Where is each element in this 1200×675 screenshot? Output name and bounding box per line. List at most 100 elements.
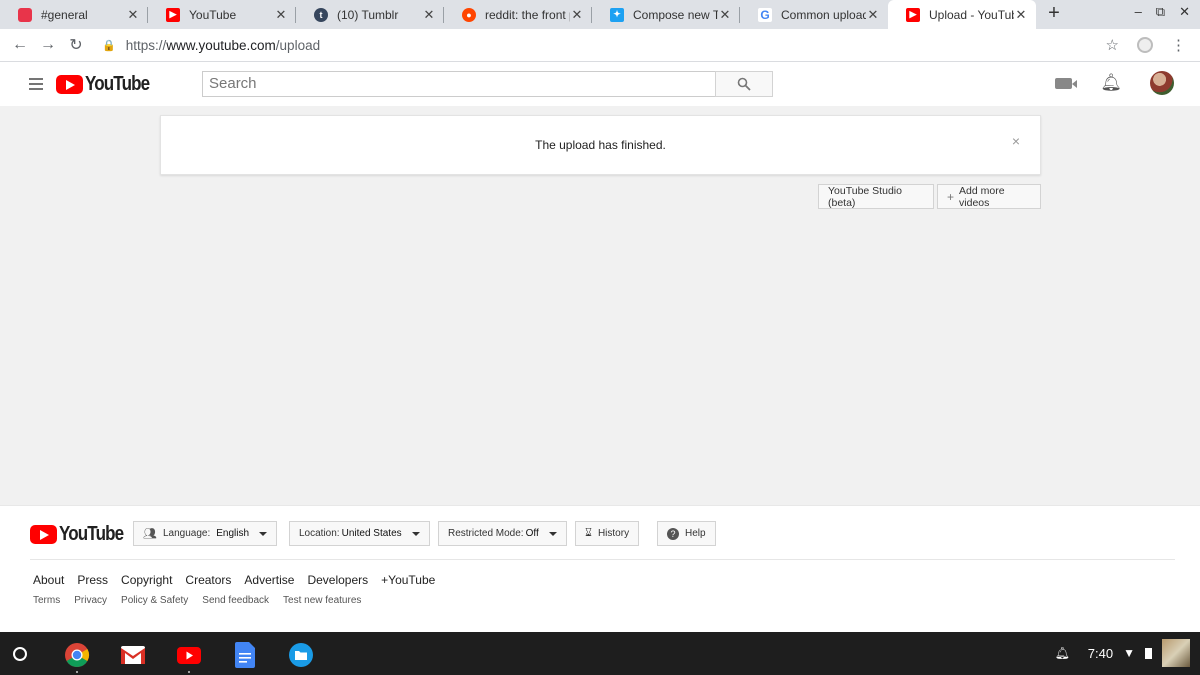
close-icon[interactable]: ✕ bbox=[126, 7, 140, 23]
close-icon[interactable]: ✕ bbox=[274, 7, 288, 23]
restricted-label: Restricted Mode: bbox=[448, 528, 524, 539]
youtube-play-icon bbox=[30, 525, 57, 544]
docs-icon[interactable] bbox=[232, 642, 258, 668]
search-icon bbox=[737, 77, 751, 91]
youtube-play-icon bbox=[56, 74, 83, 94]
footer-link-press[interactable]: Press bbox=[77, 573, 108, 587]
footer-link-terms[interactable]: Terms bbox=[33, 595, 60, 606]
footer-link-test-features[interactable]: Test new features bbox=[283, 595, 361, 606]
close-icon[interactable]: ✕ bbox=[1014, 7, 1028, 23]
tab-title: reddit: the front pag bbox=[485, 7, 570, 22]
youtube-icon: ▶ bbox=[166, 7, 180, 22]
hamburger-menu-icon[interactable] bbox=[29, 78, 43, 90]
help-button[interactable]: ? Help bbox=[657, 521, 716, 546]
search-button[interactable] bbox=[715, 71, 773, 97]
close-icon[interactable]: ✕ bbox=[570, 7, 584, 23]
slack-icon bbox=[18, 7, 32, 22]
reload-icon[interactable]: ↻ bbox=[62, 35, 90, 55]
forward-icon[interactable]: → bbox=[34, 36, 62, 54]
chrome-icon[interactable] bbox=[64, 642, 90, 673]
help-label: Help bbox=[685, 528, 706, 539]
footer-small-links: Terms Privacy Policy & Safety Send feedb… bbox=[33, 595, 361, 606]
window-controls: – ⧉ ✕ bbox=[1135, 4, 1190, 20]
tab-title: Common uploadin bbox=[781, 7, 866, 22]
footer-links: About Press Copyright Creators Advertise… bbox=[33, 573, 435, 587]
caret-down-icon bbox=[411, 531, 420, 536]
close-icon[interactable]: ✕ bbox=[422, 7, 436, 23]
tab-general[interactable]: #general ✕ bbox=[0, 0, 148, 29]
language-button[interactable]: 👥︎ Language: English bbox=[133, 521, 278, 546]
history-label: History bbox=[597, 528, 630, 539]
restricted-value: Off bbox=[525, 528, 539, 539]
footer: YouTube 👥︎ Language: English Location: U… bbox=[0, 505, 1200, 632]
location-value: United States bbox=[341, 528, 402, 539]
footer-link-privacy[interactable]: Privacy bbox=[74, 595, 107, 606]
launcher-icon[interactable] bbox=[13, 646, 27, 661]
footer-logo-text: YouTube bbox=[59, 523, 124, 545]
footer-link-policy-safety[interactable]: Policy & Safety bbox=[121, 595, 188, 606]
notifications-bell-icon[interactable]: 🔔︎ bbox=[1100, 73, 1122, 93]
new-tab-button[interactable]: + bbox=[1036, 0, 1072, 29]
tab-twitter[interactable]: ✦ Compose new Twe ✕ bbox=[592, 0, 740, 29]
tab-title: Compose new Twe bbox=[633, 7, 718, 22]
youtube-studio-button[interactable]: YouTube Studio (beta) bbox=[818, 184, 934, 209]
caret-down-icon bbox=[259, 531, 268, 536]
footer-link-advertise[interactable]: Advertise bbox=[244, 573, 294, 587]
help-icon: ? bbox=[667, 527, 679, 540]
status-tray[interactable]: 🔔︎ 7:40 ▼ bbox=[1055, 639, 1190, 667]
close-window-icon[interactable]: ✕ bbox=[1179, 4, 1190, 20]
close-icon[interactable]: × bbox=[1012, 133, 1020, 149]
footer-link-about[interactable]: About bbox=[33, 573, 64, 587]
url-scheme: https:// bbox=[125, 37, 167, 53]
tab-google[interactable]: G Common uploadin ✕ bbox=[740, 0, 888, 29]
url-host: www.youtube.com bbox=[166, 37, 276, 53]
menu-kebab-icon[interactable]: ⋮ bbox=[1171, 36, 1186, 54]
os-shelf: 🔔︎ 7:40 ▼ bbox=[0, 632, 1200, 675]
upload-notice-text: The upload has finished. bbox=[535, 138, 666, 152]
close-icon[interactable]: ✕ bbox=[866, 7, 880, 23]
clock: 7:40 bbox=[1087, 645, 1114, 661]
twitter-icon: ✦ bbox=[610, 7, 624, 22]
bookmark-star-icon[interactable]: ☆ bbox=[1106, 36, 1119, 54]
footer-link-copyright[interactable]: Copyright bbox=[121, 573, 172, 587]
files-icon[interactable] bbox=[288, 642, 314, 668]
restricted-mode-button[interactable]: Restricted Mode: Off bbox=[438, 521, 567, 546]
youtube-logo-text: YouTube bbox=[85, 72, 150, 95]
search-input[interactable]: Search bbox=[202, 71, 716, 97]
tab-title: YouTube bbox=[189, 7, 237, 22]
tab-tumblr[interactable]: t (10) Tumblr ✕ bbox=[296, 0, 444, 29]
footer-link-developers[interactable]: Developers bbox=[307, 573, 368, 587]
footer-youtube-logo[interactable]: YouTube bbox=[30, 523, 135, 546]
tab-title: #general bbox=[41, 7, 88, 22]
language-icon: 👥︎ bbox=[143, 528, 157, 540]
restore-icon[interactable]: ⧉ bbox=[1156, 4, 1165, 20]
close-icon[interactable]: ✕ bbox=[718, 7, 732, 23]
tab-strip: #general ✕ ▶ YouTube ✕ t (10) Tumblr ✕ ●… bbox=[0, 0, 1200, 29]
history-button[interactable]: ⌛︎ History bbox=[575, 521, 640, 546]
url-field[interactable]: 🔒 https://www.youtube.com/upload bbox=[102, 31, 1106, 59]
footer-divider bbox=[30, 559, 1175, 560]
youtube-icon[interactable] bbox=[176, 642, 202, 673]
upload-video-icon[interactable] bbox=[1055, 77, 1078, 89]
footer-link-plus-youtube[interactable]: +YouTube bbox=[381, 573, 435, 587]
account-avatar bbox=[1162, 639, 1190, 667]
tab-upload-youtube[interactable]: ▶ Upload - YouTube ✕ bbox=[888, 0, 1036, 29]
minimize-icon[interactable]: – bbox=[1135, 4, 1142, 20]
add-more-videos-button[interactable]: + Add more videos bbox=[937, 184, 1041, 209]
gmail-icon[interactable] bbox=[120, 642, 146, 668]
back-icon[interactable]: ← bbox=[6, 36, 34, 54]
profile-icon[interactable] bbox=[1137, 37, 1153, 53]
location-button[interactable]: Location: United States bbox=[289, 521, 430, 546]
avatar[interactable] bbox=[1150, 71, 1174, 95]
notification-bell-icon: 🔔︎ bbox=[1054, 646, 1070, 660]
address-bar: ← → ↻ 🔒 https://www.youtube.com/upload ☆… bbox=[0, 29, 1200, 62]
upload-notice: The upload has finished. × bbox=[160, 115, 1041, 175]
footer-link-send-feedback[interactable]: Send feedback bbox=[202, 595, 269, 606]
google-icon: G bbox=[758, 7, 772, 22]
footer-link-creators[interactable]: Creators bbox=[185, 573, 231, 587]
youtube-logo[interactable]: YouTube bbox=[56, 73, 161, 96]
tab-reddit[interactable]: ● reddit: the front pag ✕ bbox=[444, 0, 592, 29]
lock-icon: 🔒 bbox=[102, 39, 116, 52]
plus-icon: + bbox=[947, 189, 955, 204]
tab-youtube[interactable]: ▶ YouTube ✕ bbox=[148, 0, 296, 29]
